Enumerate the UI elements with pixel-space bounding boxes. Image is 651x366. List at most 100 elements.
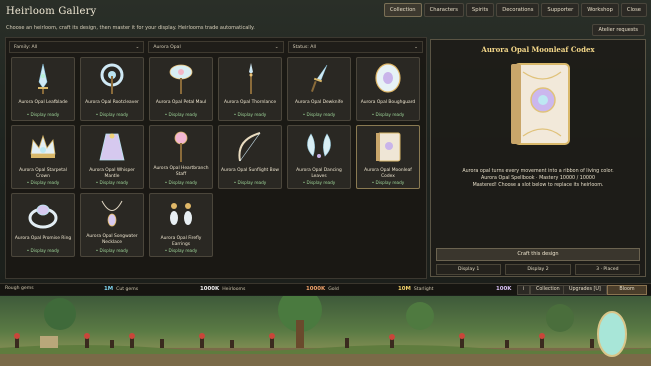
mantle-icon — [99, 133, 125, 161]
close-button[interactable]: Close — [620, 3, 647, 17]
heirloom-card-dancing-leaves[interactable]: Aurora Opal Dancing Leaves • Display rea… — [287, 125, 351, 189]
heirloom-card-petal-maul[interactable]: Aurora Opal Petal Maul • Display ready — [149, 57, 213, 121]
upgrades-button[interactable]: Upgrades [U] — [563, 285, 607, 295]
resource-bar: Rough gems 1M Cut gems 1000K Heirlooms 1… — [0, 283, 651, 295]
bloom-button[interactable]: Bloom — [607, 285, 647, 295]
heirloom-card-boughguard[interactable]: Aurora Opal Boughguard • Display ready — [356, 57, 420, 121]
heirloom-name: Aurora Opal Boughguard — [360, 100, 416, 105]
resource-value: 1000K — [306, 286, 326, 292]
heirloom-name: Aurora Opal Heartbranch Staff — [153, 166, 209, 177]
resource-value: 1000K — [200, 286, 220, 292]
status-badge: • Display ready — [164, 248, 198, 253]
display-slot-1[interactable]: Display 1 — [436, 264, 502, 275]
heirloom-list-panel: Family: All ⌄ Aurora Opal ⌄ Status: All … — [5, 37, 427, 279]
heirloom-card-firefly-earrings[interactable]: Aurora Opal Firefly Earrings • Display r… — [149, 193, 213, 257]
display-slot-3[interactable]: 3 · Placed — [574, 264, 640, 275]
status-badge: • Display ready — [164, 112, 198, 117]
heirloom-name: Aurora Opal Moonleaf Codex — [364, 168, 412, 179]
heirloom-card-starpetal-crown[interactable]: Aurora Opal Starpetal Crown • Display re… — [11, 125, 75, 189]
heirloom-name: Aurora Opal Promise Ring — [14, 236, 72, 241]
status-badge: • Display ready — [26, 180, 60, 185]
filter-row: Family: All ⌄ Aurora Opal ⌄ Status: All … — [9, 41, 423, 53]
status-badge: • Display ready — [95, 248, 129, 253]
resource-cut-gems: 1M Cut gems — [104, 286, 138, 292]
necklace-icon — [101, 200, 123, 227]
heirloom-name: Aurora Opal Whisper Mantle — [89, 168, 135, 179]
garden-scene-art — [0, 296, 651, 366]
tab-collection[interactable]: Collection — [383, 3, 422, 17]
resource-label: Heirlooms — [222, 286, 246, 292]
status-badge: • Display ready — [233, 180, 267, 185]
display-slots: Display 1 Display 2 3 · Placed — [436, 264, 640, 275]
top-bar: Heirloom Gallery Collection Characters S… — [0, 0, 651, 22]
heirloom-detail-panel: Aurora Opal Moonleaf Codex Aurora opal t… — [430, 39, 646, 277]
heirloom-name: Aurora Opal Thornlance — [223, 100, 277, 105]
shield-icon — [375, 63, 401, 93]
status-filter-dropdown[interactable]: Status: All ⌄ — [287, 41, 423, 53]
status-badge: • Display ready — [302, 112, 336, 117]
resource-heirlooms: 1000K Heirlooms — [200, 286, 245, 292]
resource-label: Rough gems — [5, 286, 34, 291]
chevron-down-icon: ⌄ — [274, 44, 279, 50]
leaves-icon — [307, 133, 331, 158]
heirloom-card-heartbranch-staff[interactable]: Aurora Opal Heartbranch Staff • Display … — [149, 125, 213, 189]
heirloom-name: Aurora Opal Songwater Necklace — [86, 234, 138, 245]
book-icon — [376, 132, 401, 162]
info-button[interactable]: i — [517, 285, 531, 295]
heirloom-card-promise-ring[interactable]: Aurora Opal Promise Ring • Display ready — [11, 193, 75, 257]
resource-starlight: 10M Starlight — [398, 286, 433, 292]
heirloom-name: Aurora Opal Dancing Leaves — [296, 168, 342, 179]
status-filter-label: Status: All — [292, 44, 316, 50]
resource-value: 100K — [496, 286, 512, 292]
heirloom-name: Aurora Opal Sunflight Bow — [221, 168, 279, 173]
heirloom-card-songwater-necklace[interactable]: Aurora Opal Songwater Necklace • Display… — [80, 193, 144, 257]
status-badge: • Display ready — [371, 112, 405, 117]
window-title: Heirloom Gallery — [6, 5, 97, 17]
atelier-requests-button[interactable]: Atelier requests — [591, 24, 645, 36]
lance-icon — [249, 63, 253, 94]
status-badge: • Display ready — [302, 180, 336, 185]
leaf-blade-icon — [38, 63, 48, 94]
heirloom-name: Aurora Opal Petal Maul — [155, 100, 207, 105]
heirloom-card-dewknife[interactable]: Aurora Opal Dewknife • Display ready — [287, 57, 351, 121]
tab-bar: Collection Characters Spirits Decoration… — [383, 3, 647, 17]
game-screen: Heirloom Gallery Collection Characters S… — [0, 0, 651, 366]
collection-button[interactable]: Collection — [530, 285, 566, 295]
heirloom-card-thornlance[interactable]: Aurora Opal Thornlance • Display ready — [218, 57, 282, 121]
crown-icon — [30, 134, 56, 158]
status-badge: • Display ready — [95, 112, 129, 117]
status-badge: • Display ready — [233, 112, 267, 117]
maul-icon — [169, 64, 193, 94]
garden-scene — [0, 296, 651, 366]
heirloom-name: Aurora Opal Starpetal Crown — [19, 168, 67, 179]
family-filter-dropdown[interactable]: Family: All ⌄ — [9, 41, 145, 53]
material-filter-label: Aurora Opal — [153, 44, 181, 50]
status-badge: • Display ready — [26, 248, 60, 253]
ring-icon — [28, 204, 58, 229]
heirloom-card-rootcleaver[interactable]: Aurora Opal Rootcleaver • Display ready — [80, 57, 144, 121]
heirloom-card-sunflight-bow[interactable]: Aurora Opal Sunflight Bow • Display read… — [218, 125, 282, 189]
tab-characters[interactable]: Characters — [423, 3, 464, 17]
resource-label: Starlight — [413, 286, 434, 292]
status-badge: • Display ready — [164, 180, 198, 185]
knife-icon — [311, 64, 328, 92]
tab-spirits[interactable]: Spirits — [465, 3, 495, 17]
status-badge: • Display ready — [95, 180, 129, 185]
resource-value: 1M — [104, 286, 114, 292]
book-icon — [511, 63, 570, 145]
detail-description: Aurora opal turns every movement into a … — [439, 168, 637, 189]
tab-workshop[interactable]: Workshop — [581, 3, 619, 17]
tab-decorations[interactable]: Decorations — [496, 3, 540, 17]
staff-icon — [174, 131, 188, 162]
craft-design-button[interactable]: Craft this design — [436, 248, 640, 261]
display-slot-2[interactable]: Display 2 — [505, 264, 571, 275]
material-filter-dropdown[interactable]: Aurora Opal ⌄ — [148, 41, 284, 53]
tab-supporter[interactable]: Supporter — [541, 3, 580, 17]
status-badge: • Display ready — [371, 180, 405, 185]
heirloom-card-leafblade[interactable]: Aurora Opal Leafblade • Display ready — [11, 57, 75, 121]
heirloom-card-moonleaf-codex[interactable]: Aurora Opal Moonleaf Codex • Display rea… — [356, 125, 420, 189]
resource-label: Cut gems — [116, 286, 139, 292]
detail-title: Aurora Opal Moonleaf Codex — [481, 45, 595, 54]
family-filter-label: Family: All — [14, 44, 38, 50]
heirloom-card-whisper-mantle[interactable]: Aurora Opal Whisper Mantle • Display rea… — [80, 125, 144, 189]
